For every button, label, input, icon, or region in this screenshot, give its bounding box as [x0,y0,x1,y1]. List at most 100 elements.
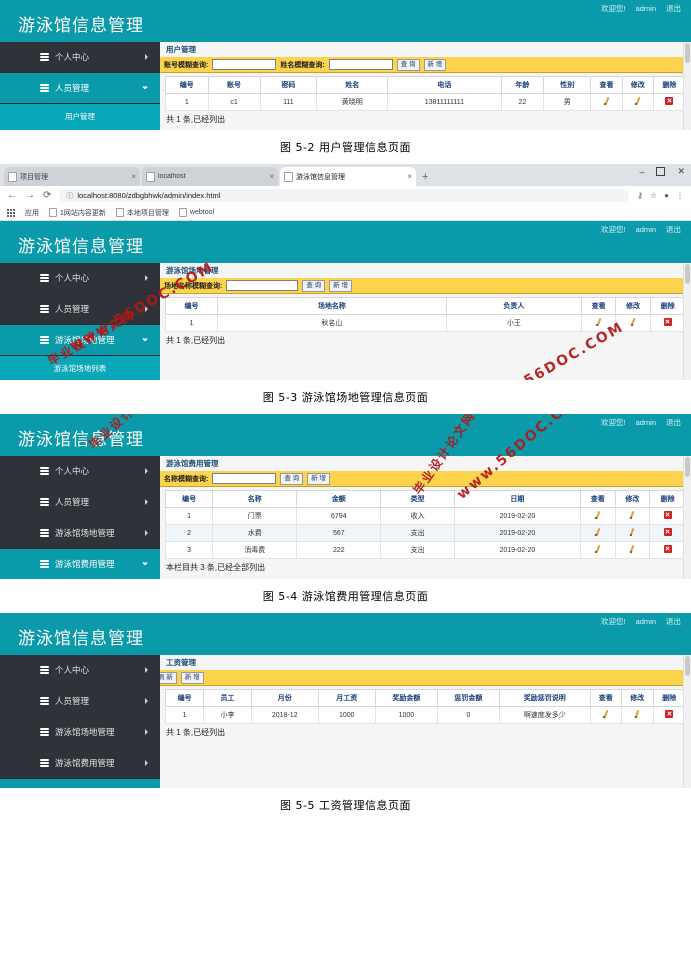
pencil-icon[interactable] [629,318,637,326]
pencil-icon[interactable] [628,511,636,519]
delete-action-cell[interactable] [652,706,687,724]
edit-action-cell[interactable] [614,524,651,542]
delete-x-icon[interactable] [663,318,672,326]
maximize-button[interactable] [656,167,666,176]
pencil-icon[interactable] [594,528,602,536]
name-search-input[interactable] [328,59,393,70]
sidebar-item-venue-management[interactable]: 游泳馆场地管理 [0,325,160,356]
logout-link[interactable]: 退出 [666,417,681,428]
refresh-button[interactable]: 刷 新 [160,671,177,684]
sidebar-item-staff-management[interactable]: 人员管理 [0,294,160,325]
delete-x-icon[interactable] [663,511,672,519]
vertical-scrollbar[interactable] [683,456,691,579]
delete-x-icon[interactable] [665,97,674,105]
pencil-icon[interactable] [634,97,642,105]
scrollbar-thumb[interactable] [685,457,690,477]
edit-action-cell[interactable] [621,93,654,111]
vertical-scrollbar[interactable] [683,42,691,130]
close-icon[interactable]: × [269,172,274,181]
sidebar-item-salary-management[interactable]: 工资管理 [0,779,160,788]
view-action-cell[interactable] [579,541,616,559]
add-button[interactable]: 新 增 [329,279,352,292]
sidebar-item-staff-management[interactable]: 人员管理 [0,73,160,104]
delete-action-cell[interactable] [649,541,686,559]
sidebar-item-personal-center[interactable]: 个人中心 [0,263,160,294]
search-button[interactable]: 查 询 [280,472,304,485]
key-icon[interactable]: ⚷ [637,191,643,200]
bookmark-local-project[interactable]: 本地项目管理 [115,208,169,218]
info-icon[interactable]: ⓘ [66,191,73,201]
pencil-icon[interactable] [628,528,636,536]
pencil-icon[interactable] [594,545,602,553]
pencil-icon[interactable] [602,710,610,718]
pencil-icon[interactable] [628,545,636,553]
sidebar-item-personal-center[interactable]: 个人中心 [0,42,160,73]
add-button[interactable]: 新 增 [307,472,330,485]
vertical-scrollbar[interactable] [683,263,691,380]
vertical-scrollbar[interactable] [683,655,691,788]
scrollbar-thumb[interactable] [685,656,690,676]
new-tab-button[interactable]: + [422,172,428,183]
close-icon[interactable]: × [131,172,136,181]
edit-action-cell[interactable] [621,706,654,724]
star-icon[interactable]: ☆ [650,191,657,200]
scrollbar-thumb[interactable] [685,43,690,63]
sidebar-item-personal-center[interactable]: 个人中心 [0,456,160,487]
sidebar-item-venue-management[interactable]: 游泳馆场地管理 [0,518,160,549]
scrollbar-thumb[interactable] [685,264,690,284]
pencil-icon[interactable] [603,97,611,105]
logout-link[interactable]: 退出 [666,3,681,14]
tab-localhost[interactable]: localhost × [142,167,278,186]
delete-x-icon[interactable] [663,545,672,553]
search-button[interactable]: 查 询 [302,279,326,292]
address-bar[interactable]: ⓘ localhost:8080/zdbgbhwk/admin/index.ht… [59,189,630,202]
pencil-icon[interactable] [633,710,641,718]
bookmark-apps[interactable]: 应用 [25,208,39,218]
forward-icon[interactable]: → [25,190,35,201]
view-action-cell[interactable] [579,524,616,542]
profile-icon[interactable]: ● [664,191,669,200]
back-icon[interactable]: ← [7,190,17,201]
sidebar-item-personal-center[interactable]: 个人中心 [0,655,160,686]
view-action-cell[interactable] [589,706,623,724]
view-action-cell[interactable] [580,314,617,332]
delete-action-cell[interactable] [649,524,686,542]
delete-action-cell[interactable] [652,93,687,111]
delete-action-cell[interactable] [649,507,686,525]
menu-icon[interactable]: ⋮ [676,191,684,200]
submenu-item-user-management[interactable]: 用户管理 [0,104,160,128]
sidebar-item-venue-management[interactable]: 游泳馆场地管理 [0,717,160,748]
view-action-cell[interactable] [579,507,616,525]
name-search-input[interactable] [212,473,277,484]
minimize-button[interactable]: – [639,167,644,177]
logout-link[interactable]: 退出 [666,224,681,235]
sidebar-item-fee-management[interactable]: 游泳馆费用管理 [0,748,160,779]
search-button[interactable]: 查 询 [396,58,420,71]
tab-swimming-pool-management[interactable]: 游泳馆信息管理 × [280,167,416,186]
edit-action-cell[interactable] [615,314,651,332]
bookmark-site-update[interactable]: 1网站内容更新 [49,208,106,218]
venue-name-search-input[interactable] [226,280,299,291]
submenu-item-venue-list[interactable]: 游泳馆场地列表 [0,356,160,380]
delete-action-cell[interactable] [649,314,687,332]
sidebar-item-staff-management[interactable]: 人员管理 [0,487,160,518]
edit-action-cell[interactable] [614,507,651,525]
pencil-icon[interactable] [594,511,602,519]
reload-icon[interactable]: ⟳ [43,190,51,201]
delete-x-icon[interactable] [665,710,674,718]
logout-link[interactable]: 退出 [666,616,681,627]
close-window-button[interactable]: ✕ [677,166,685,177]
delete-x-icon[interactable] [663,528,672,536]
edit-action-cell[interactable] [614,541,651,559]
view-action-cell[interactable] [590,93,623,111]
sidebar-item-fee-management[interactable]: 游泳馆费用管理 [0,549,160,579]
bookmark-webtool[interactable]: webtool [178,208,214,217]
tab-project-management[interactable]: 项目管理 × [4,167,140,186]
close-icon[interactable]: × [407,172,412,181]
submenu-item-employee-management[interactable]: 员工管理 [0,128,160,130]
apps-grid-icon[interactable] [7,208,15,217]
account-search-input[interactable] [212,59,277,70]
pencil-icon[interactable] [595,318,603,326]
sidebar-item-staff-management[interactable]: 人员管理 [0,686,160,717]
add-button[interactable]: 新 增 [180,671,204,684]
